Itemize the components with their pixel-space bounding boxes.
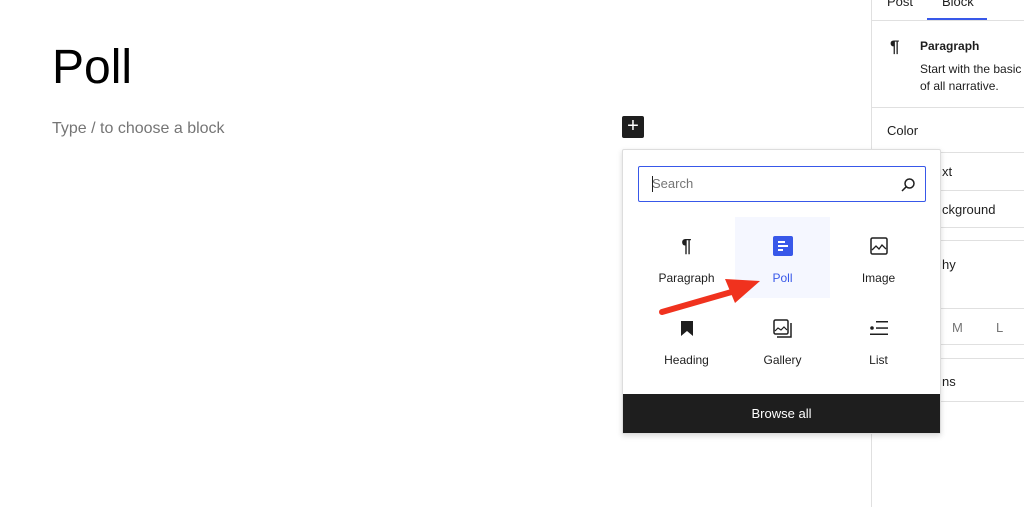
block-list[interactable]: List (831, 299, 926, 380)
color-heading[interactable]: Color (887, 123, 918, 138)
tab-block[interactable]: Block (942, 0, 974, 9)
block-placeholder[interactable]: Type / to choose a block (52, 120, 225, 138)
block-search-input[interactable]: Search (638, 166, 926, 202)
tab-post[interactable]: Post (887, 0, 913, 9)
text-color-option[interactable]: xt (942, 164, 952, 179)
block-description-2: of all narrative. (920, 79, 999, 93)
red-arrow-annotation (659, 279, 760, 315)
background-color-option[interactable]: ckground (942, 202, 995, 217)
block-image[interactable]: Image (831, 217, 926, 298)
poll-icon (735, 234, 830, 258)
font-size-m[interactable]: M (952, 320, 963, 335)
block-label: List (869, 353, 888, 367)
block-label: Gallery (763, 353, 802, 367)
add-block-button[interactable]: + (622, 116, 644, 138)
browse-all-button[interactable]: Browse all (623, 394, 940, 433)
dimensions-heading[interactable]: ns (942, 374, 956, 389)
block-name: Paragraph (920, 39, 980, 53)
post-title[interactable]: Poll (52, 40, 132, 95)
typography-heading[interactable]: hy (942, 257, 956, 272)
list-icon (831, 316, 926, 340)
paragraph-icon: ¶ (890, 37, 900, 56)
paragraph-icon: ¶ (681, 235, 692, 256)
block-description: Start with the basic (920, 62, 1022, 76)
search-icon (901, 178, 915, 192)
block-label: Image (861, 271, 896, 285)
image-icon (831, 234, 926, 258)
font-size-l[interactable]: L (996, 320, 1003, 335)
block-label: Heading (664, 353, 709, 367)
